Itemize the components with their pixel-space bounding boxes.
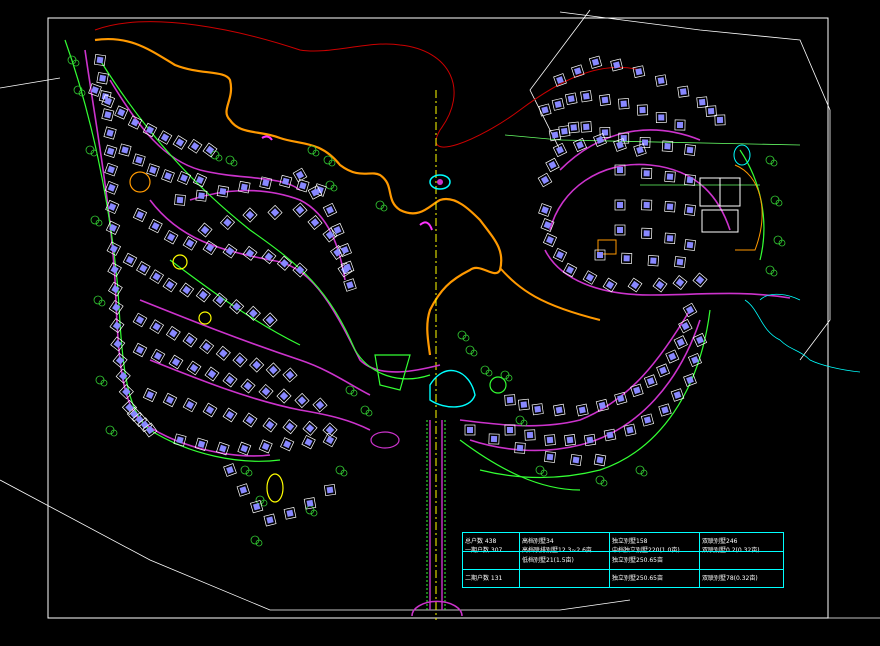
statistics-table: 总户数 438 高档别墅34 独立别墅158 双联别墅246 一期户数 307 …	[462, 532, 784, 588]
table-cell	[699, 552, 785, 570]
table-cell: 独立别墅250.65亩	[609, 570, 699, 588]
table-row: 二期户数 131 独立别墅250.65亩 双联别墅78(0.32亩)	[463, 569, 783, 588]
table-cell	[463, 552, 519, 570]
table-cell: 独立别墅250.65亩	[609, 552, 699, 570]
table-cell	[519, 570, 609, 588]
table-cell: 双联别墅78(0.32亩)	[699, 570, 785, 588]
table-cell: 低档别墅21(1.5亩)	[519, 552, 609, 570]
table-row: 低档别墅21(1.5亩) 独立别墅250.65亩	[463, 551, 783, 570]
table-cell: 二期户数 131	[465, 575, 503, 582]
